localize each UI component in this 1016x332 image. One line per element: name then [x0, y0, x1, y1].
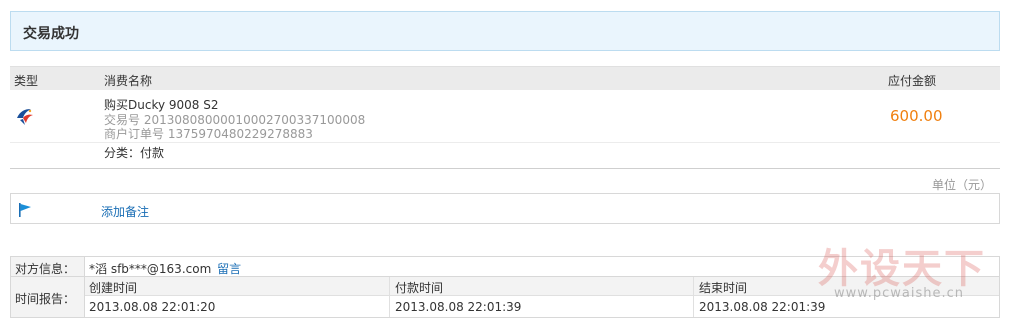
column-divider — [693, 277, 694, 317]
counterparty-info: *滔 sfb***@163.com 留言 — [89, 260, 241, 277]
finished-time-header: 结束时间 — [699, 281, 748, 295]
unit-label: 单位（元） — [931, 178, 992, 192]
column-header-type: 类型 — [14, 74, 39, 88]
paid-time-value: 2013.08.08 22:01:39 — [395, 300, 522, 314]
page-title: 交易成功 — [23, 26, 79, 42]
status-header: 交易成功 — [10, 11, 1000, 51]
payment-bird-icon — [14, 106, 36, 128]
created-time-value: 2013.08.08 22:01:20 — [89, 300, 216, 314]
category-label: 分类：付款 — [104, 146, 165, 160]
column-divider — [389, 277, 390, 317]
leave-message-link[interactable]: 留言 — [217, 262, 241, 276]
site-watermark: 外设天下 www.pcwaishe.cn — [818, 236, 1004, 306]
time-report-label: 时间报告： — [11, 277, 85, 317]
watermark-url: www.pcwaishe.cn — [834, 286, 964, 301]
column-header-name: 消费名称 — [104, 74, 153, 88]
table-header: 类型 消费名称 应付金额 — [10, 66, 1000, 90]
merchant-order-number: 商户订单号 1375970480229278883 — [104, 127, 313, 141]
column-header-amount: 应付金额 — [888, 74, 937, 88]
finished-time-value: 2013.08.08 22:01:39 — [699, 300, 826, 314]
counterparty-name: *滔 sfb***@163.com — [89, 262, 212, 276]
created-time-header: 创建时间 — [89, 281, 138, 295]
memo-bar: 添加备注 — [10, 193, 1000, 224]
table-row: 购买Ducky 9008 S2 交易号 20130808000010002700… — [10, 91, 1000, 143]
paid-time-header: 付款时间 — [395, 281, 444, 295]
flag-icon — [17, 202, 33, 218]
transaction-table: 类型 消费名称 应付金额 购买Ducky 9008 S2 交易号 2013080… — [10, 66, 1000, 169]
amount-due: 600.00 — [890, 107, 943, 125]
add-memo-link[interactable]: 添加备注 — [101, 203, 149, 220]
counterparty-label: 对方信息： — [11, 257, 85, 276]
